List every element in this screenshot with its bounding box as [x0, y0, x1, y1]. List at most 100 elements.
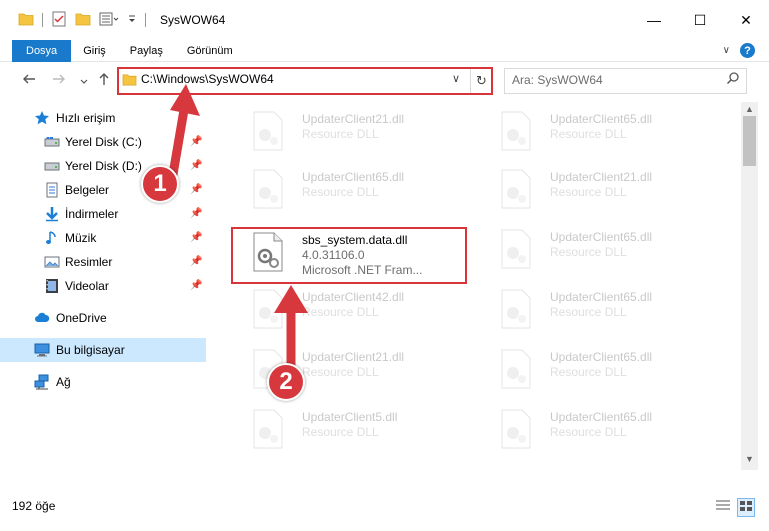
- sidebar-item-label: Ağ: [56, 375, 71, 389]
- status-bar: 192 öğe: [0, 494, 769, 518]
- properties-icon[interactable]: [51, 11, 67, 30]
- file-type: Resource DLL: [550, 425, 627, 439]
- sidebar-item-label: Belgeler: [65, 183, 110, 197]
- documents-icon: [44, 182, 60, 198]
- scroll-up-icon[interactable]: ▲: [745, 104, 754, 114]
- sidebar-item-label: Yerel Disk (D:): [65, 159, 142, 173]
- tab-file[interactable]: Dosya: [12, 39, 72, 62]
- view-switcher: [715, 498, 755, 517]
- scrollbar-thumb[interactable]: [743, 116, 756, 166]
- sidebar-item-pictures[interactable]: Resimler 📌: [0, 250, 206, 274]
- drive-icon: [44, 134, 60, 150]
- item-count: 192 öğe: [12, 499, 56, 513]
- sidebar-item-network[interactable]: Ağ: [0, 370, 206, 394]
- file-type: Resource DLL: [302, 185, 379, 199]
- tab-home[interactable]: Giriş: [71, 40, 118, 62]
- title-bar: SysWOW64 — ☐ ✕: [0, 0, 769, 40]
- file-name: UpdaterClient21.dll: [550, 170, 653, 184]
- music-icon: [44, 230, 60, 246]
- file-item[interactable]: UpdaterClient65.dll Resource DLL: [478, 283, 718, 335]
- network-icon: [34, 374, 50, 390]
- details-view-icon[interactable]: [715, 498, 731, 517]
- large-icons-view-icon[interactable]: [737, 498, 755, 517]
- file-item[interactable]: UpdaterClient65.dll Resource DLL: [478, 105, 718, 157]
- file-type: Resource DLL: [550, 127, 627, 141]
- sidebar-item-label: Resimler: [65, 255, 113, 269]
- dll-file-icon: [250, 111, 286, 151]
- file-name: UpdaterClient65.dll: [550, 350, 653, 364]
- vertical-scrollbar[interactable]: ▲ ▼: [741, 102, 758, 470]
- dll-file-icon: [498, 111, 534, 151]
- up-arrow-icon[interactable]: [97, 72, 111, 90]
- maximize-button[interactable]: ☐: [677, 0, 723, 40]
- expand-ribbon-icon[interactable]: ∨: [723, 45, 730, 56]
- drive-icon: [44, 158, 60, 174]
- sidebar-item-downloads[interactable]: İndirmeler 📌: [0, 202, 206, 226]
- sidebar-item-label: Yerel Disk (C:): [65, 135, 142, 149]
- sidebar-item-music[interactable]: Müzik 📌: [0, 226, 206, 250]
- recent-locations-icon[interactable]: [79, 74, 89, 91]
- file-item[interactable]: UpdaterClient65.dll Resource DLL: [478, 343, 718, 395]
- view-options-icon[interactable]: [99, 12, 119, 29]
- folder-icon: [18, 12, 34, 29]
- back-arrow-icon[interactable]: [22, 72, 36, 90]
- sidebar-item-onedrive[interactable]: OneDrive: [0, 306, 206, 330]
- cloud-icon: [34, 310, 50, 326]
- file-type: Resource DLL: [550, 305, 627, 319]
- minimize-button[interactable]: —: [631, 0, 677, 40]
- file-item[interactable]: UpdaterClient21.dll Resource DLL: [230, 105, 470, 157]
- file-name: UpdaterClient65.dll: [302, 170, 405, 184]
- window-controls: — ☐ ✕: [631, 0, 769, 40]
- sidebar-item-label: Bu bilgisayar: [56, 343, 125, 357]
- toolbar-separator: [145, 13, 146, 27]
- toolbar-separator: [42, 13, 43, 27]
- download-icon: [44, 206, 60, 222]
- sidebar-item-label: İndirmeler: [65, 207, 119, 221]
- tab-view[interactable]: Görünüm: [175, 40, 245, 62]
- pin-icon[interactable]: 📌: [190, 280, 202, 291]
- window-title: SysWOW64: [160, 13, 226, 27]
- sidebar-item-label: OneDrive: [56, 311, 107, 325]
- videos-icon: [44, 278, 60, 294]
- file-type: Resource DLL: [550, 185, 627, 199]
- file-item[interactable]: UpdaterClient65.dll Resource DLL: [478, 403, 718, 455]
- file-type: Resource DLL: [302, 425, 379, 439]
- file-type: Resource DLL: [302, 127, 379, 141]
- file-name: UpdaterClient65.dll: [550, 290, 653, 304]
- computer-icon: [34, 342, 50, 358]
- file-name: UpdaterClient65.dll: [550, 112, 653, 126]
- file-item[interactable]: UpdaterClient65.dll Resource DLL: [230, 163, 470, 215]
- file-item[interactable]: UpdaterClient65.dll Resource DLL: [478, 223, 718, 275]
- quick-access-toolbar: [18, 11, 146, 30]
- dll-file-icon: [498, 169, 534, 209]
- scroll-down-icon[interactable]: ▼: [745, 454, 754, 464]
- sidebar-item-this-pc[interactable]: Bu bilgisayar: [0, 338, 206, 362]
- file-item[interactable]: UpdaterClient5.dll Resource DLL: [230, 403, 470, 455]
- dll-file-icon: [498, 289, 534, 329]
- sidebar-item-label: Müzik: [65, 231, 97, 245]
- search-placeholder: Ara: SysWOW64: [512, 73, 603, 87]
- tab-share[interactable]: Paylaş: [118, 40, 175, 62]
- pin-icon[interactable]: 📌: [190, 208, 202, 219]
- sidebar-item-videos[interactable]: Videolar 📌: [0, 274, 206, 298]
- file-item[interactable]: UpdaterClient21.dll Resource DLL: [478, 163, 718, 215]
- pin-icon[interactable]: 📌: [190, 232, 202, 243]
- forward-arrow-icon[interactable]: [52, 72, 66, 90]
- search-icon[interactable]: [726, 71, 740, 88]
- dll-file-icon: [250, 169, 286, 209]
- close-button[interactable]: ✕: [723, 0, 769, 40]
- star-icon: [34, 110, 50, 126]
- dll-file-icon: [498, 409, 534, 449]
- file-name: UpdaterClient42.dll: [302, 290, 405, 304]
- ribbon-tabs: Dosya Giriş Paylaş Görünüm ∨ ?: [0, 39, 769, 62]
- dll-file-icon: [498, 229, 534, 269]
- customize-toolbar-icon[interactable]: [127, 13, 137, 28]
- pictures-icon: [44, 254, 60, 270]
- dll-file-icon: [250, 409, 286, 449]
- file-type: Resource DLL: [550, 365, 627, 379]
- sidebar-item-label: Videolar: [65, 279, 109, 293]
- new-folder-icon[interactable]: [75, 12, 91, 29]
- help-icon[interactable]: ?: [740, 43, 755, 58]
- pin-icon[interactable]: 📌: [190, 256, 202, 267]
- sidebar-item-label: Hızlı erişim: [56, 111, 116, 125]
